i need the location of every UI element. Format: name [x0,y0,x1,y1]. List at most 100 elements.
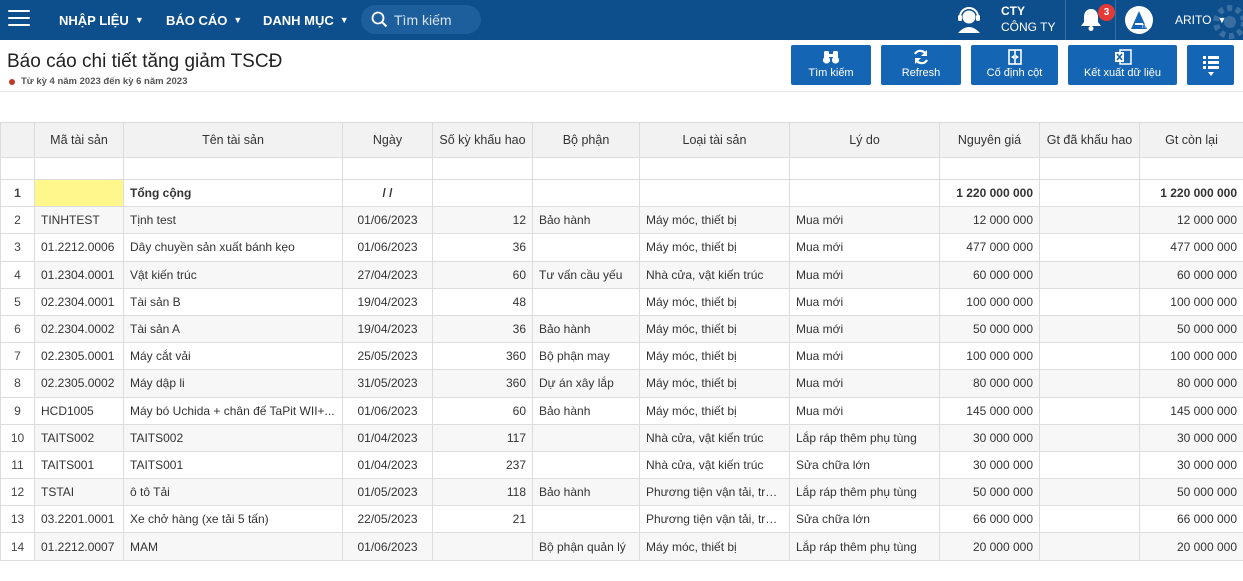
menu-danh-muc[interactable]: DANH MỤC ▼ [263,0,349,40]
menu-label: NHẬP LIỆU [59,12,129,28]
status-dot-icon [9,78,15,85]
depreciation-periods-cell [432,178,533,208]
row-number-cell: 8 [0,369,35,398]
asset-code-cell: TSTAI [34,478,124,507]
refresh-button-label: Refresh [901,67,941,79]
table-row[interactable]: 10 TAITS002 TAITS002 01/04/2023 117 Nhà cửa, … [0,423,1243,452]
company-short: CTY [1001,4,1025,18]
col-header-asset-code[interactable]: Mã tài sản [34,122,124,158]
original-cost-cell: 100 000 000 [939,287,1040,316]
search-button[interactable]: Tìm kiếm [791,45,871,85]
table-row[interactable]: 7 02.2305.0001 Máy cắt vải 25/05/2023 360 Bộ … [0,342,1243,371]
asset-name-cell: Máy cắt vải [123,342,343,371]
total-row[interactable]: 1 Tổng cộng / / 1 220 000 000 1 220 000 000 [0,178,1243,208]
table-row[interactable]: 2 TINHTEST Tịnh test 01/06/2023 12 Bảo hành Má… [0,206,1243,235]
caret-down-icon: ▼ [339,15,349,25]
report-grid: Mã tài sản Tên tài sản Ngày Số kỳ khấu hao B… [0,122,1243,561]
grid-filter-row [0,157,1243,180]
table-row[interactable]: 13 03.2201.0001 Xe chở hàng (xe tải 5 tấn)… [0,505,1243,534]
col-header-reason[interactable]: Lý do [789,122,940,158]
table-row[interactable]: 11 TAITS001 TAITS001 01/04/2023 237 Nhà cửa, … [0,450,1243,480]
hamburger-menu-icon[interactable] [8,10,30,28]
filter-cell[interactable] [1139,157,1243,180]
user-avatar[interactable]: rito [1124,5,1156,35]
original-cost-cell: 60 000 000 [939,260,1040,289]
remaining-value-cell: 145 000 000 [1139,396,1243,425]
asset-name-cell: TAITS002 [123,423,343,452]
excel-icon [1114,49,1132,65]
caret-down-icon: ▼ [134,15,144,25]
asset-type-cell [639,178,790,208]
reason-cell: Mua mới [789,206,940,235]
asset-code-cell: 02.2304.0002 [34,314,124,344]
asset-code-cell: HCD1005 [34,396,124,425]
table-row[interactable]: 4 01.2304.0001 Vật kiến trúc 27/04/2023 60 Tư… [0,260,1243,289]
support-agent-icon[interactable] [954,6,984,34]
accumulated-depreciation-cell [1039,260,1140,289]
date-cell: 01/06/2023 [342,206,433,235]
refresh-button[interactable]: Refresh [881,45,961,85]
asset-type-cell: Máy móc, thiết bị [639,369,790,398]
col-header-asset-type[interactable]: Loại tài sản [639,122,790,158]
accumulated-depreciation-cell [1039,178,1140,208]
filter-cell[interactable] [789,157,940,180]
nav-search-box[interactable] [361,5,481,34]
col-header-department[interactable]: Bộ phận [532,122,640,158]
original-cost-cell: 12 000 000 [939,206,1040,235]
asset-name-cell: MAM [123,532,343,561]
date-cell: 31/05/2023 [342,369,433,398]
filter-cell[interactable] [432,157,533,180]
filter-cell[interactable] [342,157,433,180]
col-header-remaining-value[interactable]: Gt còn lại [1139,122,1243,158]
col-header-original-cost[interactable]: Nguyên giá [939,122,1040,158]
row-number-header [0,122,35,158]
menu-nhap-lieu[interactable]: NHẬP LIỆU ▼ [59,0,144,40]
table-row[interactable]: 14 01.2212.0007 MAM 01/06/2023 Bộ phận quản … [0,532,1243,561]
asset-name-cell: Máy dập li [123,369,343,398]
nav-search-input[interactable] [394,11,478,28]
accumulated-depreciation-cell [1039,287,1140,316]
menu-bao-cao[interactable]: BÁO CÁO ▼ [166,0,242,40]
date-cell: / / [342,178,433,208]
company-switcher[interactable]: CTY CÔNG TY [1001,3,1055,35]
col-header-depreciation-periods[interactable]: Số kỳ khấu hao [432,122,533,158]
department-cell: Tư vấn cầu yếu [532,260,640,289]
filter-cell[interactable] [639,157,790,180]
remaining-value-cell: 12 000 000 [1139,206,1243,235]
department-cell: Bảo hành [532,478,640,507]
depreciation-periods-cell: 21 [432,505,533,534]
date-cell: 19/04/2023 [342,287,433,316]
filter-cell[interactable] [1039,157,1140,180]
export-excel-button[interactable]: Kết xuất dữ liệu [1068,45,1177,85]
table-row[interactable]: 6 02.2304.0002 Tài sản A 19/04/2023 36 Bảo hà… [0,314,1243,344]
accumulated-depreciation-cell [1039,450,1140,480]
table-row[interactable]: 12 TSTAI ô tô Tải 01/05/2023 118 Bảo hành Phươ… [0,478,1243,507]
filter-cell[interactable] [939,157,1040,180]
filter-cell[interactable] [34,157,124,180]
original-cost-cell: 50 000 000 [939,314,1040,344]
menu-label: BÁO CÁO [166,12,228,28]
header-divider [0,91,1243,92]
col-header-asset-name[interactable]: Tên tài sản [123,122,343,158]
reason-cell: Mua mới [789,287,940,316]
more-options-button[interactable] [1187,45,1234,85]
row-number-cell: 14 [0,532,35,561]
filter-cell[interactable] [123,157,343,180]
table-row[interactable]: 9 HCD1005 Máy bó Uchida + chân đế TaPit WI… [0,396,1243,425]
table-row[interactable]: 3 01.2212.0006 Dây chuyền sản xuất bánh kẹ… [0,233,1243,262]
list-menu-icon [1202,56,1219,76]
original-cost-cell: 20 000 000 [939,532,1040,561]
depreciation-periods-cell: 60 [432,260,533,289]
pin-columns-button[interactable]: Cố định cột [971,45,1058,85]
table-row[interactable]: 8 02.2305.0002 Máy dập li 31/05/2023 360 Dự á… [0,369,1243,398]
svg-text:rito: rito [1142,23,1152,30]
asset-code-cell: 02.2304.0001 [34,287,124,316]
col-header-date[interactable]: Ngày [342,122,433,158]
row-number-cell: 5 [0,287,35,316]
filter-cell[interactable] [532,157,640,180]
date-cell: 01/06/2023 [342,396,433,425]
table-row[interactable]: 5 02.2304.0001 Tài sản B 19/04/2023 48 Máy mó… [0,287,1243,316]
col-header-accumulated-depreciation[interactable]: Gt đã khấu hao [1039,122,1140,158]
depreciation-periods-cell: 36 [432,233,533,262]
asset-type-cell: Máy móc, thiết bị [639,314,790,344]
